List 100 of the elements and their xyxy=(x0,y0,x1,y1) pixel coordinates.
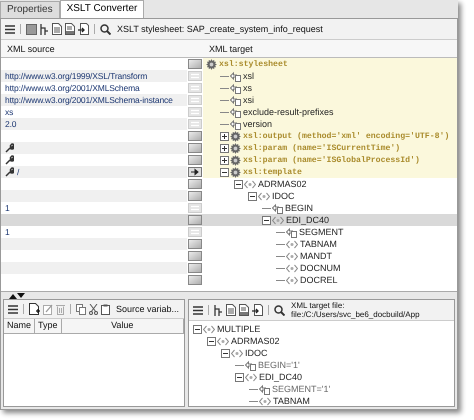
tab[interactable]: Properties xyxy=(0,1,60,18)
column-header[interactable]: Name xyxy=(4,319,36,333)
source-value: xs xyxy=(5,107,14,117)
attribute-icon xyxy=(245,360,256,370)
menu-icon[interactable] xyxy=(5,24,15,34)
node-mapping-icon[interactable] xyxy=(188,263,202,273)
source-value: http://www.w3.org/2001/XMLSchema xyxy=(5,83,140,93)
node-label[interactable]: SEGMENT='1' xyxy=(272,384,330,394)
expander-icon[interactable] xyxy=(262,216,271,224)
tree-row[interactable]: 2.0 version xyxy=(1,118,457,130)
expander-icon[interactable] xyxy=(193,324,202,334)
document-icon[interactable] xyxy=(239,304,249,316)
attribute-icon xyxy=(259,384,270,394)
gear-icon xyxy=(230,154,241,166)
element-icon xyxy=(231,348,243,358)
arrow-mapping-icon[interactable] xyxy=(188,167,202,177)
node-mapping-icon[interactable] xyxy=(188,155,202,165)
attribute-icon xyxy=(272,202,283,214)
element-icon xyxy=(259,396,271,406)
new-document-icon[interactable] xyxy=(29,303,40,315)
node-mapping-icon[interactable] xyxy=(188,191,202,201)
attribute-label[interactable]: xsl xyxy=(243,71,254,81)
attribute-icon xyxy=(230,106,241,118)
tree-row[interactable]: DOCREL xyxy=(1,274,457,286)
element-label[interactable]: MANDT xyxy=(300,251,332,261)
node-mapping-icon[interactable] xyxy=(188,215,202,225)
copy-icon[interactable] xyxy=(76,304,86,314)
node-label[interactable]: IDOC xyxy=(245,348,268,358)
menu-icon[interactable] xyxy=(193,306,203,314)
expander-icon[interactable] xyxy=(248,192,257,200)
node-mapping-icon[interactable] xyxy=(188,251,202,261)
tree-row[interactable]: ADRMAS02 xyxy=(1,178,457,190)
gear-icon xyxy=(230,142,241,154)
expander-icon[interactable] xyxy=(220,132,229,140)
node-mapping-icon[interactable] xyxy=(188,239,202,249)
expander-icon[interactable] xyxy=(235,372,244,382)
attribute-label[interactable]: SEGMENT xyxy=(299,227,344,237)
element-label[interactable]: EDI_DC40 xyxy=(286,215,330,225)
hierarchy-icon[interactable] xyxy=(214,304,223,316)
element-icon xyxy=(286,264,298,272)
square-icon[interactable] xyxy=(26,24,37,34)
clipboard-icon[interactable] xyxy=(101,304,110,314)
expander-icon[interactable] xyxy=(220,168,229,176)
import-icon[interactable] xyxy=(78,23,89,35)
node-mapping-icon[interactable] xyxy=(188,131,202,141)
node-label[interactable]: BEGIN='1' xyxy=(258,360,300,370)
column-header[interactable]: Type xyxy=(35,319,62,333)
column-header[interactable]: Value xyxy=(62,319,184,333)
source-value: 1 xyxy=(5,227,10,237)
expander-icon[interactable] xyxy=(207,336,216,346)
search-icon[interactable] xyxy=(100,24,111,34)
attribute-label[interactable]: version xyxy=(243,119,272,129)
element-icon xyxy=(217,336,229,346)
node-mapping-icon[interactable] xyxy=(188,59,202,69)
expander-icon[interactable] xyxy=(220,156,229,164)
element-label[interactable]: TABNAM xyxy=(300,239,337,249)
document-icon[interactable] xyxy=(52,23,62,35)
pane-title: Source variab... xyxy=(116,304,180,314)
tab[interactable]: XSLT Converter xyxy=(60,0,144,18)
source-value: http://www.w3.org/1999/XSL/Transform xyxy=(5,71,148,81)
node-label[interactable]: MULTIPLE xyxy=(217,324,260,334)
expander-icon[interactable] xyxy=(220,144,229,152)
attribute-label[interactable]: BEGIN xyxy=(285,203,314,213)
search-icon[interactable] xyxy=(274,304,285,316)
document-icon[interactable] xyxy=(226,304,236,316)
tree-row[interactable]: / xsl:template xyxy=(1,166,457,178)
hierarchy-icon[interactable] xyxy=(40,24,49,34)
tree-row[interactable]: http://www.w3.org/2001/XMLSchema-instance xsi xyxy=(1,94,457,106)
element-label[interactable]: DOCREL xyxy=(300,275,338,285)
node-label[interactable]: EDI_DC40 xyxy=(259,372,302,382)
attribute-label[interactable]: xs xyxy=(243,83,252,93)
expander-icon[interactable] xyxy=(221,348,230,358)
column-header: XML source xyxy=(6,44,56,54)
cut-icon[interactable] xyxy=(89,304,98,314)
tree-row[interactable]: 1 SEGMENT xyxy=(1,226,457,238)
node-label[interactable]: TABNAM xyxy=(273,396,310,406)
element-label[interactable]: DOCNUM xyxy=(300,263,340,273)
expander-icon[interactable] xyxy=(234,180,243,188)
tree-row[interactable]: 1 BEGIN xyxy=(1,202,457,214)
import-icon[interactable] xyxy=(252,304,263,316)
node-mapping-icon[interactable] xyxy=(188,143,202,153)
node-label[interactable]: ADRMAS02 xyxy=(231,336,280,346)
source-value: / xyxy=(17,167,20,177)
splitter-arrows-icon[interactable] xyxy=(9,292,25,298)
tree-row[interactable]: http://www.w3.org/1999/XSL/Transform xsl xyxy=(1,70,457,82)
source-value: 1 xyxy=(5,203,10,213)
attribute-label[interactable]: xsi xyxy=(243,95,254,105)
document-icon[interactable] xyxy=(65,23,75,35)
element-label[interactable]: ADRMAS02 xyxy=(258,179,307,189)
menu-icon[interactable] xyxy=(8,304,18,314)
stylesheet-label: XSLT stylesheet: SAP_create_system_info_request xyxy=(117,24,323,34)
tree-row[interactable]: MANDT xyxy=(1,250,457,262)
gear-icon xyxy=(230,166,241,178)
node-mapping-icon[interactable] xyxy=(188,275,202,285)
tree-row[interactable]: EDI_DC40 xyxy=(1,214,457,226)
node-mapping-icon[interactable] xyxy=(188,179,202,189)
element-label[interactable]: IDOC xyxy=(272,191,294,201)
gear-icon xyxy=(206,58,217,70)
column-header: XML target xyxy=(208,44,254,54)
attribute-icon xyxy=(230,70,241,82)
